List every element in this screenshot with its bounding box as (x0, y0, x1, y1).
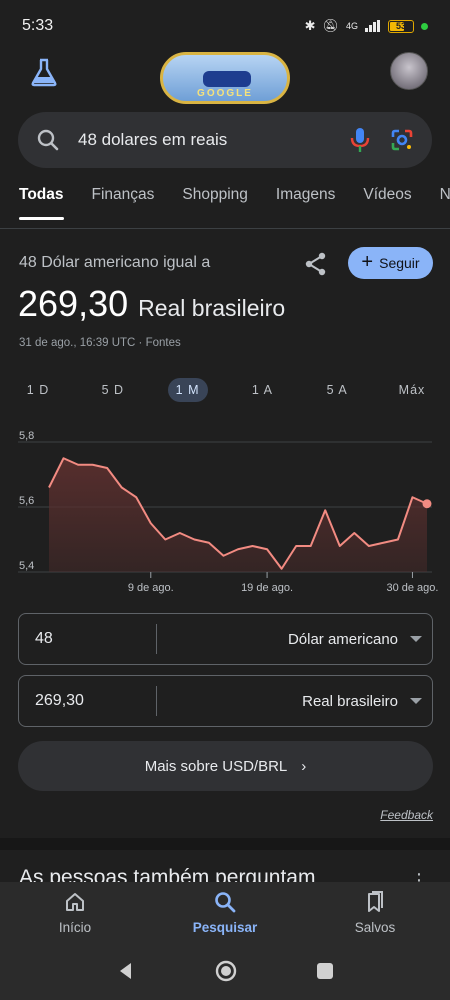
result-currency: Real brasileiro (138, 295, 286, 321)
tab-financas[interactable]: Finanças (92, 186, 155, 220)
network-label: 4G (345, 21, 358, 31)
system-navigation (0, 942, 450, 1000)
follow-label: Seguir (379, 255, 420, 271)
nav-pesquisar[interactable]: Pesquisar (170, 890, 280, 935)
more-about-button[interactable]: Mais sobre USD/BRL › (18, 741, 433, 791)
bluetooth-icon: ✱ (304, 18, 316, 33)
range-5a[interactable]: 5 A (317, 378, 357, 402)
privacy-indicator-dot (421, 22, 428, 30)
home-button-icon[interactable] (214, 959, 238, 983)
nav-label: Início (58, 919, 92, 935)
bookmarks-icon (368, 890, 383, 912)
nav-label: Salvos (354, 919, 396, 935)
mute-icon: 🔕︎ (322, 18, 339, 33)
x-tick-label: 9 de ago. (128, 582, 174, 594)
from-currency-field[interactable]: 48 Dólar americano (18, 613, 433, 665)
from-amount-input[interactable]: 48 (19, 624, 157, 654)
battery-icon: 53 (388, 19, 414, 33)
microphone-icon[interactable] (346, 126, 374, 154)
feedback-link[interactable]: Feedback (380, 808, 433, 822)
search-input[interactable]: 48 dolares em reais (78, 130, 346, 150)
tab-imagens[interactable]: Imagens (276, 186, 335, 220)
tab-noticias[interactable]: No (440, 186, 450, 220)
status-bar: 5:33 ✱ 🔕︎ 4G 53 (0, 0, 450, 52)
search-icon (34, 126, 62, 154)
y-tick-label: 5,6 (19, 495, 34, 507)
converter-heading: 48 Dólar americano igual a (19, 254, 211, 271)
result-value: 269,30 (18, 283, 129, 324)
last-point-marker (422, 499, 432, 509)
exchange-rate-chart[interactable]: 5,8 5,6 5,4 9 de ago. 19 de ago. 30 de ago. (0, 425, 450, 600)
home-icon (66, 892, 84, 911)
avatar[interactable] (390, 52, 428, 90)
to-amount-input[interactable]: 269,30 (19, 686, 157, 716)
lens-camera-icon[interactable] (388, 126, 416, 154)
search-tabs: Todas Finanças Shopping Imagens Vídeos N… (0, 186, 450, 224)
labs-flask-icon[interactable] (28, 56, 60, 88)
search-box[interactable]: 48 dolares em reais (18, 112, 432, 168)
rate-timestamp: 31 de ago., 16:39 UTC · Fontes (19, 337, 181, 349)
doodle-word: GOOGLE (197, 88, 253, 99)
y-tick-label: 5,4 (19, 560, 34, 572)
recents-icon[interactable] (316, 962, 334, 980)
range-selector: 1 D 5 D 1 M 1 A 5 A Máx (18, 377, 432, 403)
y-tick-label: 5,8 (19, 430, 34, 442)
battery-level: 53 (395, 21, 406, 31)
tab-todas[interactable]: Todas (19, 186, 64, 220)
nav-label: Pesquisar (192, 919, 258, 935)
nav-inicio[interactable]: Início (20, 890, 130, 935)
section-separator (0, 838, 450, 850)
search-icon (215, 891, 236, 912)
chart-area (49, 458, 427, 572)
conversion-result: 269,30 Real brasileiro (18, 283, 285, 325)
follow-button[interactable]: + Seguir (348, 247, 433, 279)
range-max[interactable]: Máx (392, 378, 432, 402)
back-icon[interactable] (116, 961, 136, 981)
tabs-divider (0, 228, 450, 229)
status-time: 5:33 (22, 17, 54, 34)
tab-videos[interactable]: Vídeos (363, 186, 411, 220)
dropdown-caret-icon[interactable] (410, 698, 422, 704)
status-icons: ✱ 🔕︎ 4G 53 (305, 18, 428, 34)
x-tick-label: 30 de ago. (386, 582, 438, 594)
more-about-label: Mais sobre USD/BRL (144, 757, 288, 775)
range-1d[interactable]: 1 D (18, 378, 58, 402)
dropdown-caret-icon[interactable] (410, 636, 422, 642)
to-currency-field[interactable]: 269,30 Real brasileiro (18, 675, 433, 727)
range-1m[interactable]: 1 M (167, 378, 208, 402)
tab-shopping[interactable]: Shopping (182, 186, 248, 220)
doodle-car (203, 71, 251, 87)
to-currency-select[interactable]: Real brasileiro (157, 693, 410, 710)
x-tick-label: 19 de ago. (241, 582, 293, 594)
chevron-right-icon: › (301, 757, 307, 775)
bottom-navigation: Início Pesquisar Salvos (0, 882, 450, 942)
top-bar: GOOGLE (0, 52, 450, 108)
nav-salvos[interactable]: Salvos (320, 890, 430, 935)
signal-icon (365, 20, 380, 32)
range-5d[interactable]: 5 D (93, 378, 133, 402)
from-currency-select[interactable]: Dólar americano (157, 631, 410, 648)
range-1a[interactable]: 1 A (242, 378, 282, 402)
share-icon[interactable] (303, 251, 329, 277)
plus-icon: + (361, 251, 374, 273)
google-doodle[interactable]: GOOGLE (160, 52, 290, 104)
